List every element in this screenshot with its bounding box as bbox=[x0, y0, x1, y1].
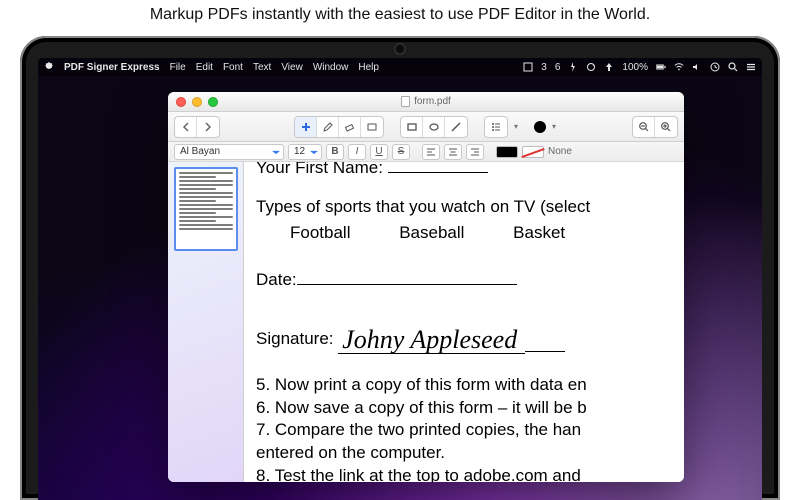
sport-option-football: Football bbox=[290, 221, 350, 246]
align-center-button[interactable] bbox=[444, 144, 462, 160]
menu-font[interactable]: Font bbox=[223, 62, 243, 73]
signature-label: Signature: bbox=[256, 327, 334, 352]
highlight-label: None bbox=[548, 146, 572, 157]
shape-oval-button[interactable] bbox=[423, 117, 445, 137]
menu-edit[interactable]: Edit bbox=[196, 62, 213, 73]
sync-icon[interactable] bbox=[586, 62, 596, 72]
zoom-button[interactable] bbox=[208, 97, 218, 107]
zoom-out-button[interactable] bbox=[633, 117, 655, 137]
volume-icon[interactable] bbox=[692, 62, 702, 72]
document-icon bbox=[401, 96, 410, 107]
text-color-swatch[interactable] bbox=[496, 146, 518, 158]
erase-tool-button[interactable] bbox=[339, 117, 361, 137]
menu-help[interactable]: Help bbox=[358, 62, 379, 73]
sport-option-basketball: Basket bbox=[513, 221, 565, 246]
instruction-8a: 8. Test the link at the top to adobe.com… bbox=[256, 465, 684, 482]
page-thumbnail-1[interactable] bbox=[175, 168, 237, 250]
underline-button[interactable]: U bbox=[370, 144, 388, 160]
signature-value: Johny Appleseed bbox=[338, 327, 525, 354]
macos-menubar: PDF Signer Express File Edit Font Text V… bbox=[38, 58, 762, 76]
status-number-1: 3 bbox=[541, 62, 547, 73]
strike-button[interactable]: S bbox=[392, 144, 410, 160]
toolbar-more-chevron[interactable]: ▾ bbox=[512, 117, 520, 137]
menubar-app-name[interactable]: PDF Signer Express bbox=[64, 62, 160, 73]
app-window: form.pdf bbox=[168, 92, 684, 482]
wifi-icon[interactable] bbox=[674, 62, 684, 72]
thumbnail-sidebar[interactable] bbox=[168, 162, 244, 482]
spotlight-icon[interactable] bbox=[728, 62, 738, 72]
monitor-bezel: PDF Signer Express File Edit Font Text V… bbox=[20, 36, 780, 500]
menu-file[interactable]: File bbox=[170, 62, 186, 73]
status-icon-1[interactable] bbox=[523, 62, 533, 72]
color-well[interactable] bbox=[534, 121, 546, 133]
highlight-swatch[interactable] bbox=[522, 146, 544, 158]
firstname-label: Your First Name: bbox=[256, 162, 383, 177]
window-title: form.pdf bbox=[414, 96, 451, 107]
list-button[interactable] bbox=[485, 117, 507, 137]
date-label: Date: bbox=[256, 270, 297, 289]
format-bar: Al Bayan 12 B I U S None bbox=[168, 142, 684, 162]
instruction-7b: entered on the computer. bbox=[256, 442, 684, 465]
sport-option-baseball: Baseball bbox=[399, 221, 464, 246]
instruction-7a: 7. Compare the two printed copies, the h… bbox=[256, 419, 684, 442]
battery-percent: 100% bbox=[622, 62, 648, 73]
font-family-select[interactable]: Al Bayan bbox=[174, 144, 284, 160]
menu-window[interactable]: Window bbox=[313, 62, 349, 73]
camera-dot bbox=[395, 44, 405, 54]
sports-question: Types of sports that you watch on TV (se… bbox=[256, 195, 684, 220]
text-tool-button[interactable] bbox=[361, 117, 383, 137]
nav-prev-button[interactable] bbox=[175, 117, 197, 137]
clock-icon[interactable] bbox=[710, 62, 720, 72]
menu-view[interactable]: View bbox=[281, 62, 303, 73]
align-right-button[interactable] bbox=[466, 144, 484, 160]
main-toolbar: ▾ ▾ bbox=[168, 112, 684, 142]
menu-icon[interactable] bbox=[746, 62, 756, 72]
menu-text[interactable]: Text bbox=[253, 62, 271, 73]
status-number-2: 6 bbox=[555, 62, 561, 73]
font-size-select[interactable]: 12 bbox=[288, 144, 322, 160]
desktop-screen: PDF Signer Express File Edit Font Text V… bbox=[38, 58, 762, 500]
align-left-button[interactable] bbox=[422, 144, 440, 160]
color-chevron[interactable]: ▾ bbox=[550, 117, 558, 137]
add-tool-button[interactable] bbox=[295, 117, 317, 137]
apple-logo-icon[interactable] bbox=[44, 62, 54, 72]
nav-next-button[interactable] bbox=[197, 117, 219, 137]
bold-button[interactable]: B bbox=[326, 144, 344, 160]
marketing-headline: Markup PDFs instantly with the easiest t… bbox=[0, 0, 800, 30]
window-titlebar[interactable]: form.pdf bbox=[168, 92, 684, 112]
document-view[interactable]: Your First Name: Types of sports that yo… bbox=[244, 162, 684, 482]
instruction-6: 6. Now save a copy of this form – it wil… bbox=[256, 397, 684, 420]
minimize-button[interactable] bbox=[192, 97, 202, 107]
bolt-icon[interactable] bbox=[568, 62, 578, 72]
zoom-in-button[interactable] bbox=[655, 117, 677, 137]
up-arrow-icon[interactable] bbox=[604, 62, 614, 72]
pen-tool-button[interactable] bbox=[317, 117, 339, 137]
close-button[interactable] bbox=[176, 97, 186, 107]
italic-button[interactable]: I bbox=[348, 144, 366, 160]
instruction-5: 5. Now print a copy of this form with da… bbox=[256, 374, 684, 397]
battery-icon[interactable] bbox=[656, 62, 666, 72]
shape-rect-button[interactable] bbox=[401, 117, 423, 137]
shape-line-button[interactable] bbox=[445, 117, 467, 137]
